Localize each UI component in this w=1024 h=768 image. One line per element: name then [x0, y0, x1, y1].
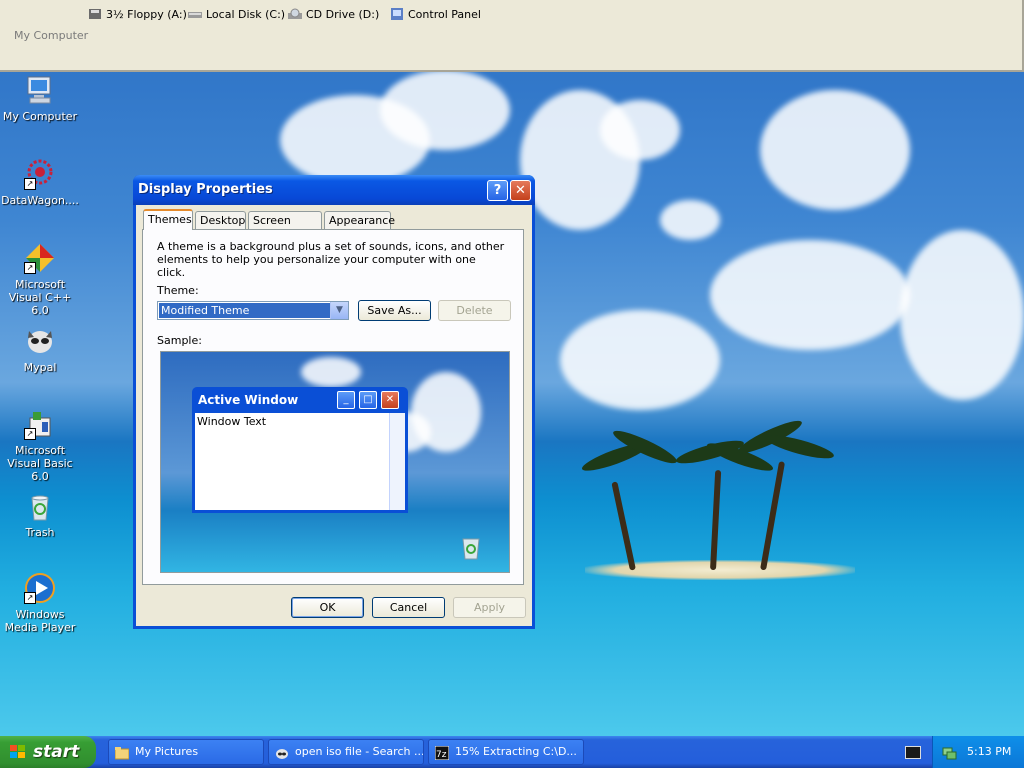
windows-logo-icon: [10, 745, 26, 759]
my-computer-toolbar: 3½ Floppy (A:) Local Disk (C:) CD Drive …: [0, 0, 1024, 72]
drive-label: Local Disk (C:): [206, 7, 286, 21]
control-panel-icon: [390, 8, 404, 20]
sample-active-window: Active Window _ □ ✕ Window Text: [192, 387, 408, 513]
sample-window-text: Window Text: [197, 415, 267, 428]
help-icon: ?: [493, 183, 502, 198]
taskbar-item-extracting[interactable]: 7z 15% Extracting C:\D...: [428, 739, 584, 765]
close-icon: ✕: [381, 391, 399, 409]
system-tray: 5:13 PM: [932, 736, 1024, 768]
recycle-bin-icon: [459, 534, 483, 560]
display-properties-dialog: Display Properties ? ✕ Themes Desktop Sc…: [133, 175, 535, 629]
desktop-icon-mypal[interactable]: Mypal: [0, 325, 80, 374]
minimize-icon: _: [337, 391, 355, 409]
tab-appearance[interactable]: Appearance: [324, 211, 395, 229]
sample-scrollbar: [389, 413, 405, 510]
theme-sample-preview: Active Window _ □ ✕ Window Text: [160, 351, 510, 573]
theme-dropdown-value: Modified Theme: [159, 303, 330, 318]
desktop-icon-my-computer[interactable]: My Computer: [0, 74, 80, 123]
close-button[interactable]: ✕: [510, 180, 531, 201]
desktop-icon-visual-cpp[interactable]: ↗ Microsoft Visual C++ 6.0: [0, 242, 80, 317]
sample-window-body: Window Text: [195, 413, 405, 510]
datawagon-icon: ↗: [24, 158, 56, 190]
drive-cd[interactable]: CD Drive (D:): [288, 6, 379, 22]
tab-screen-saver[interactable]: Screen Saver: [248, 211, 322, 244]
network-icon[interactable]: [941, 744, 957, 763]
taskbar-item-my-pictures[interactable]: My Pictures: [108, 739, 264, 765]
tab-desktop[interactable]: Desktop: [195, 211, 246, 229]
desktop-icon-label: Windows Media Player: [4, 608, 76, 634]
svg-text:7z: 7z: [436, 750, 447, 760]
desktop-icon-datawagon[interactable]: ↗ DataWagon....: [0, 158, 80, 207]
folder-icon: [114, 745, 130, 760]
save-as-button[interactable]: Save As...: [358, 300, 431, 321]
visual-cpp-icon: ↗: [24, 242, 56, 274]
desktop-icon-label: Mypal: [23, 361, 57, 374]
desktop-icon-label: Microsoft Visual Basic 6.0: [7, 444, 73, 483]
floppy-icon: [88, 8, 102, 20]
media-player-icon: ↗: [24, 572, 56, 604]
drive-label: 3½ Floppy (A:): [106, 7, 187, 21]
sample-label: Sample:: [157, 334, 202, 347]
mypal-icon: [275, 745, 289, 759]
drive-local-disk[interactable]: Local Disk (C:): [188, 6, 285, 22]
taskbar-item-label: 15% Extracting C:\D...: [455, 745, 577, 758]
desktop-icon-label: My Computer: [2, 110, 78, 123]
ok-button[interactable]: OK: [291, 597, 364, 618]
desktop-icon-visual-basic[interactable]: ↗ Microsoft Visual Basic 6.0: [0, 408, 80, 483]
start-button[interactable]: start: [0, 736, 96, 768]
close-icon: ✕: [515, 183, 526, 198]
clock[interactable]: 5:13 PM: [967, 745, 1011, 758]
7zip-icon: 7z: [434, 745, 450, 761]
sample-window-title: Active Window: [198, 393, 299, 407]
dialog-title: Display Properties: [138, 182, 273, 197]
chevron-down-icon[interactable]: ▼: [330, 302, 348, 319]
dialog-body: Themes Desktop Screen Saver Appearance A…: [136, 205, 532, 626]
help-button[interactable]: ?: [487, 180, 508, 201]
drive-label: CD Drive (D:): [306, 7, 380, 21]
toolbar-title: My Computer: [14, 29, 89, 42]
drive-label: Control Panel: [408, 7, 481, 21]
taskbar: start My Pictures open iso file - Search…: [0, 736, 1024, 768]
taskbar-item-label: My Pictures: [135, 745, 199, 758]
desktop-icon-label: Trash: [25, 526, 55, 539]
apply-button[interactable]: Apply: [453, 597, 526, 618]
theme-dropdown[interactable]: Modified Theme ▼: [157, 301, 349, 320]
theme-description: A theme is a background plus a set of so…: [157, 240, 505, 279]
cd-drive-icon: [288, 8, 302, 20]
desktop-icon-trash[interactable]: Trash: [0, 490, 80, 539]
desktop-icon-media-player[interactable]: ↗ Windows Media Player: [0, 572, 80, 634]
island: [585, 560, 855, 580]
delete-button[interactable]: Delete: [438, 300, 511, 321]
mypal-icon: [24, 325, 56, 357]
drive-floppy[interactable]: 3½ Floppy (A:): [88, 6, 187, 22]
visual-basic-icon: ↗: [24, 408, 56, 440]
themes-tab-panel: A theme is a background plus a set of so…: [142, 229, 524, 585]
start-label: start: [33, 742, 80, 762]
taskbar-item-label: open iso file - Search ...: [295, 745, 424, 758]
tab-themes[interactable]: Themes: [143, 209, 193, 230]
taskbar-item-search[interactable]: open iso file - Search ...: [268, 739, 424, 765]
recycle-bin-icon: [24, 490, 56, 522]
cancel-button[interactable]: Cancel: [372, 597, 445, 618]
desktop-icon-label: Microsoft Visual C++ 6.0: [8, 278, 72, 317]
keyboard-icon[interactable]: [905, 746, 921, 759]
desktop-icon-label: DataWagon....: [1, 194, 79, 207]
maximize-icon: □: [359, 391, 377, 409]
theme-label: Theme:: [157, 284, 199, 297]
hard-disk-icon: [188, 8, 202, 20]
computer-icon: [24, 74, 56, 106]
dialog-title-bar[interactable]: Display Properties ? ✕: [133, 175, 535, 205]
control-panel-link[interactable]: Control Panel: [390, 6, 481, 22]
